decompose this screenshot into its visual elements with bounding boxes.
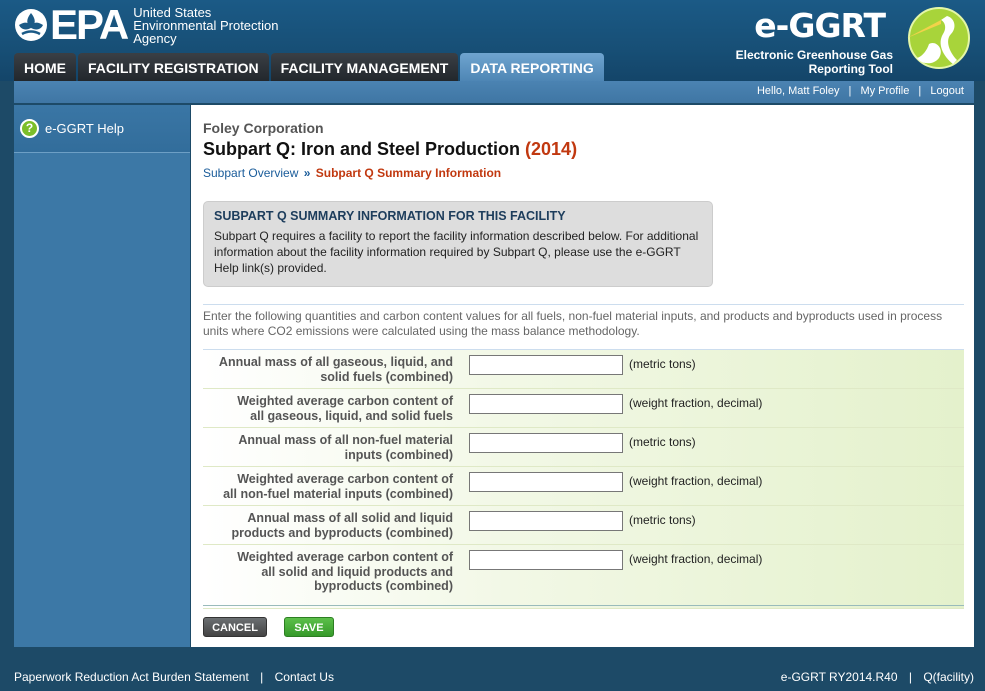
- save-button[interactable]: SAVE: [284, 617, 334, 637]
- tab-facility-management[interactable]: FACILITY MANAGEMENT: [270, 53, 459, 81]
- cancel-button[interactable]: CANCEL: [203, 617, 267, 637]
- info-box: SUBPART Q SUMMARY INFORMATION FOR THIS F…: [203, 201, 713, 287]
- eggrt-subtitle-line-1: Electronic Greenhouse Gas: [735, 48, 893, 62]
- info-box-title: SUBPART Q SUMMARY INFORMATION FOR THIS F…: [214, 209, 566, 223]
- breadcrumb: Subpart Overview » Subpart Q Summary Inf…: [203, 166, 501, 180]
- sidebar-item-help[interactable]: ? e-GGRT Help: [14, 105, 190, 153]
- field-label-line: Weighted average carbon content of: [237, 394, 453, 408]
- agency-line-2: Environmental Protection: [133, 17, 279, 33]
- page-id-label: Q(facility): [923, 670, 974, 684]
- my-profile-link[interactable]: My Profile: [860, 85, 909, 97]
- page-title-text: Subpart Q: Iron and Steel Production: [203, 139, 521, 159]
- field-label-line: byproducts (combined): [314, 579, 453, 593]
- field-label-line: all non-fuel material inputs (combined): [223, 486, 453, 501]
- breadcrumb-separator: »: [303, 166, 311, 180]
- egret-bird-icon: [907, 7, 970, 69]
- contact-us-link[interactable]: Contact Us: [275, 670, 334, 684]
- agency-line-3: Agency: [133, 30, 177, 46]
- user-nav-bar: Hello, Matt Foley | My Profile | Logout: [14, 81, 974, 103]
- field-label: Annual mass of all solid and liquid prod…: [203, 511, 453, 540]
- field-label-line: Annual mass of all gaseous, liquid, and: [218, 355, 453, 369]
- user-nav-separator: |: [918, 85, 922, 97]
- form-row-fuel-carbon: Weighted average carbon content of all g…: [203, 389, 964, 428]
- field-label-line: Annual mass of all non-fuel material: [238, 433, 453, 447]
- reporting-year: (2014): [525, 139, 578, 159]
- fuel-mass-input[interactable]: [469, 355, 623, 375]
- products-carbon-input[interactable]: [469, 550, 623, 570]
- tab-home[interactable]: HOME: [14, 53, 76, 81]
- form-row-nonfuel-carbon: Weighted average carbon content of all n…: [203, 467, 964, 506]
- site-footer: Paperwork Reduction Act Burden Statement…: [0, 662, 985, 691]
- tab-facility-registration[interactable]: FACILITY REGISTRATION: [78, 53, 269, 81]
- sidebar: ? e-GGRT Help: [14, 105, 190, 647]
- form-row-nonfuel-mass: Annual mass of all non-fuel material inp…: [203, 428, 964, 467]
- sidebar-item-label: e-GGRT Help: [45, 121, 124, 136]
- eggrt-subtitle-line-2: Reporting Tool: [808, 62, 893, 76]
- unit-label: (weight fraction, decimal): [629, 396, 763, 410]
- field-label-line: all gaseous, liquid, and solid fuels: [250, 408, 453, 423]
- field-label: Weighted average carbon content of all n…: [203, 472, 453, 501]
- site-header: EPA United States Environmental Protecti…: [0, 0, 985, 81]
- field-label: Weighted average carbon content of all g…: [203, 394, 453, 423]
- question-circle-icon: ?: [20, 119, 39, 138]
- form-row-products-carbon: Weighted average carbon content of all s…: [203, 545, 964, 609]
- form-row-fuel-mass: Annual mass of all gaseous, liquid, and …: [203, 350, 964, 389]
- unit-label: (metric tons): [629, 357, 696, 371]
- info-box-text: Subpart Q requires a facility to report …: [214, 229, 699, 275]
- epa-wordmark: EPA: [50, 1, 129, 48]
- nonfuel-mass-input[interactable]: [469, 433, 623, 453]
- main-content: Foley Corporation Subpart Q: Iron and St…: [191, 105, 974, 647]
- products-mass-input[interactable]: [469, 511, 623, 531]
- unit-label: (metric tons): [629, 435, 696, 449]
- epa-logo[interactable]: EPA United States Environmental Protecti…: [14, 1, 279, 48]
- field-label-line: solid fuels (combined): [320, 369, 453, 384]
- summary-form: Annual mass of all gaseous, liquid, and …: [203, 349, 964, 609]
- user-greeting: Hello, Matt Foley: [756, 85, 840, 97]
- footer-separator: |: [908, 670, 912, 684]
- unit-label: (weight fraction, decimal): [629, 474, 763, 488]
- eggrt-subtitle: Electronic Greenhouse Gas Reporting Tool: [736, 48, 893, 76]
- page-title: Subpart Q: Iron and Steel Production (20…: [203, 139, 577, 160]
- form-divider: [203, 605, 964, 606]
- epa-agency-name: United States Environmental Protection A…: [133, 6, 278, 45]
- agency-line-1: United States: [133, 4, 212, 20]
- footer-links: Paperwork Reduction Act Burden Statement…: [14, 670, 334, 684]
- field-label: Annual mass of all gaseous, liquid, and …: [203, 355, 453, 384]
- breadcrumb-subpart-overview-link[interactable]: Subpart Overview: [203, 166, 298, 180]
- eggrt-wordmark: e-GGRT: [754, 6, 886, 45]
- main-nav-tabs: HOME FACILITY REGISTRATION FACILITY MANA…: [14, 53, 606, 81]
- user-nav-separator: |: [848, 85, 852, 97]
- form-row-products-mass: Annual mass of all solid and liquid prod…: [203, 506, 964, 545]
- version-label: e-GGRT RY2014.R40: [780, 670, 898, 684]
- field-label-line: Weighted average carbon content of: [237, 550, 453, 564]
- footer-version: e-GGRT RY2014.R40 | Q(facility): [781, 670, 974, 684]
- breadcrumb-current: Subpart Q Summary Information: [315, 166, 502, 180]
- field-label-line: products and byproducts (combined): [231, 525, 453, 540]
- paperwork-statement-link[interactable]: Paperwork Reduction Act Burden Statement: [14, 670, 249, 684]
- field-label-line: all solid and liquid products and: [261, 564, 453, 579]
- fuel-carbon-input[interactable]: [469, 394, 623, 414]
- field-label-line: Annual mass of all solid and liquid: [247, 511, 453, 525]
- logout-link[interactable]: Logout: [930, 85, 964, 97]
- nonfuel-carbon-input[interactable]: [469, 472, 623, 492]
- field-label-line: inputs (combined): [344, 447, 453, 462]
- tab-data-reporting[interactable]: DATA REPORTING: [460, 53, 604, 81]
- field-label-line: Weighted average carbon content of: [237, 472, 453, 486]
- epa-flower-icon: [15, 9, 47, 41]
- unit-label: (weight fraction, decimal): [629, 552, 763, 566]
- footer-separator: |: [260, 670, 264, 684]
- unit-label: (metric tons): [629, 513, 696, 527]
- form-instructions: Enter the following quantities and carbo…: [203, 304, 964, 339]
- field-label: Weighted average carbon content of all s…: [203, 550, 453, 594]
- field-label: Annual mass of all non-fuel material inp…: [203, 433, 453, 462]
- eggrt-logo[interactable]: e-GGRT Electronic Greenhouse Gas Reporti…: [731, 4, 971, 80]
- company-name: Foley Corporation: [203, 120, 324, 136]
